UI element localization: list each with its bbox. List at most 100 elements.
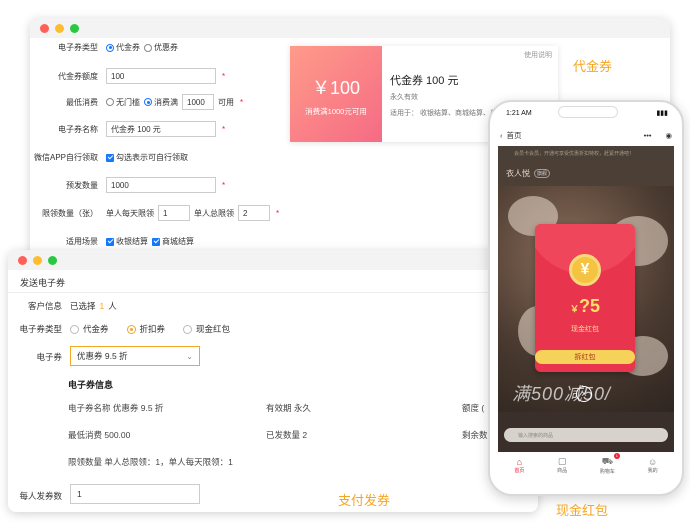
chevron-down-icon: ⌄: [186, 351, 193, 361]
bag-icon: ▢: [557, 456, 567, 466]
red-packet-popup: ¥ ￥?5 现金红包 拆红包: [535, 224, 635, 372]
voucher-caption: 代金券: [573, 59, 613, 74]
send-type-discount-option[interactable]: 折扣券: [126, 323, 165, 335]
maximize-window-button[interactable]: [48, 255, 57, 265]
close-window-button[interactable]: [40, 23, 49, 33]
dialog-title: 发送电子券: [20, 278, 66, 288]
per-person-input[interactable]: 1: [70, 484, 200, 504]
radio-icon: [70, 324, 79, 334]
red-packet-amount: ￥?5: [569, 296, 601, 316]
send-type-redpacket-option[interactable]: 现金红包: [183, 323, 230, 335]
cart-badge: 1: [613, 452, 620, 459]
coupon-name-label: 电子券名称: [58, 124, 98, 134]
radio-icon: [183, 324, 193, 334]
usage-instructions-link[interactable]: 使用说明: [524, 50, 552, 60]
min-spend-label: 最低消费: [66, 97, 98, 107]
min-none-option[interactable]: 无门槛: [106, 97, 140, 108]
coupon-preview-validity: 永久有效: [390, 94, 418, 101]
required-mark: *: [222, 180, 226, 190]
info-coupon-name: 电子券名称 优惠券 9.5 折: [68, 403, 164, 413]
phone-screen: 会员卡会员，开通可享受优惠折扣特权，赶紧开通吧！ 衣人悦 旗舰 满500减50/…: [498, 146, 674, 452]
info-issued: 已发数量 2: [266, 430, 308, 440]
wechat-claim-checkbox[interactable]: 勾选表示可自行领取: [106, 152, 188, 163]
back-arrow-icon[interactable]: ‹: [500, 131, 503, 140]
type-discount-option[interactable]: 优惠券: [144, 42, 178, 53]
battery-icon: ▮▮▮: [656, 110, 668, 117]
cart-icon: ⛟: [601, 455, 614, 466]
capsule-close-icon[interactable]: ◉: [665, 131, 672, 140]
min-spend-suffix: 可用: [218, 97, 234, 107]
issue-quantity-label: 预发数量: [66, 180, 98, 190]
maximize-window-button[interactable]: [70, 23, 79, 33]
scene-label: 适用场景: [66, 237, 98, 246]
phone-notch: [558, 106, 618, 118]
open-red-packet-button[interactable]: 拆红包: [535, 350, 635, 364]
required-mark: *: [240, 97, 244, 107]
send-type-voucher-option[interactable]: 代金券: [70, 323, 109, 335]
more-icon[interactable]: •••: [644, 131, 652, 140]
send-type-label: 电子券类型: [19, 324, 62, 334]
close-icon[interactable]: ×: [576, 386, 592, 402]
coupon-preview-face: ￥100 消费满1000元可用: [290, 46, 382, 142]
coupon-preview-amount: ￥100: [311, 78, 361, 98]
required-mark: *: [222, 124, 226, 134]
user-icon: ☺: [648, 456, 658, 467]
home-icon: ⌂: [516, 456, 523, 467]
per-person-label: 每人发券数: [19, 491, 62, 501]
promo-banner-text: 满500减50/: [512, 384, 612, 404]
coupon-select[interactable]: 优惠券 9.5 折 ⌄: [70, 346, 200, 366]
yuan-coin-icon: ¥: [569, 254, 601, 286]
customer-count: 1: [99, 301, 105, 311]
radio-icon: [144, 98, 152, 106]
limit-daily-input[interactable]: 1: [158, 205, 190, 221]
wechat-claim-label: 微信APP自行领取: [33, 153, 98, 162]
scene-row: 适用场景 收银结算 商城结算: [30, 236, 198, 247]
coupon-select-label: 电子券: [36, 352, 62, 362]
search-bar[interactable]: 输入搜索的商品: [504, 428, 668, 442]
checkbox-icon: [106, 237, 114, 246]
store-tag: 旗舰: [534, 168, 551, 178]
scene-mall-checkbox[interactable]: 商城结算: [152, 236, 194, 247]
tab-home[interactable]: ⌂ 首页: [514, 457, 524, 474]
tab-bar: ⌂ 首页 ▢ 商品 ⛟ 1 购物车 ☺ 我的: [498, 452, 674, 478]
limit-daily-label: 单人每天限领: [106, 208, 154, 218]
type-voucher-option[interactable]: 代金券: [106, 42, 140, 53]
info-validity: 有效期 永久: [266, 403, 311, 413]
issue-quantity-input[interactable]: 1000: [106, 177, 216, 193]
limit-total-input[interactable]: 2: [238, 205, 270, 221]
send-coupon-window: 发送电子券 客户信息 已选择 1 人 电子券类型 代金券 折扣券 现金红包 电子…: [8, 250, 538, 512]
coupon-type-label: 电子券类型: [58, 43, 98, 52]
required-mark: *: [276, 208, 280, 218]
status-time: 1:21 AM: [506, 110, 532, 117]
customer-row: 客户信息 已选择 1 人: [8, 300, 117, 312]
limit-total-label: 单人总限领: [194, 208, 234, 218]
minimize-window-button[interactable]: [55, 23, 64, 33]
scene-cashier-checkbox[interactable]: 收银结算: [106, 236, 148, 247]
amount-row: 代金券额度 100 *: [30, 68, 225, 84]
store-name: 衣人悦: [506, 168, 530, 178]
red-packet-label: 现金红包: [571, 326, 599, 333]
info-quota: 额度 (: [462, 403, 485, 413]
tab-cart[interactable]: ⛟ 1 购物车: [600, 452, 620, 475]
customer-prefix: 已选择: [70, 301, 96, 311]
tab-mine[interactable]: ☺ 我的: [648, 457, 658, 474]
navbar-title: 首页: [506, 130, 522, 140]
limit-label: 限领数量（张）: [42, 208, 98, 218]
phone-mockup: 1:21 AM ▮▮▮ ‹ 首页 ••• ◉ 会员卡会员，开通可享受优惠折扣特权…: [488, 100, 684, 496]
close-window-button[interactable]: [18, 255, 27, 265]
coupon-name-input[interactable]: 代金券 100 元: [106, 121, 216, 137]
radio-icon: [106, 43, 114, 52]
status-bar: 1:21 AM ▮▮▮: [490, 102, 682, 124]
wechat-claim-row: 微信APP自行领取 勾选表示可自行领取: [30, 152, 192, 163]
info-remaining: 剩余数: [462, 430, 488, 440]
min-spend-option[interactable]: 消费满: [144, 97, 178, 108]
amount-label: 代金券额度: [58, 71, 98, 81]
minimize-window-button[interactable]: [33, 255, 42, 265]
tab-products[interactable]: ▢ 商品: [557, 456, 567, 474]
amount-input[interactable]: 100: [106, 68, 216, 84]
min-spend-input[interactable]: 1000: [182, 94, 214, 110]
mini-app-navbar: ‹ 首页 ••• ◉: [490, 126, 682, 144]
window-titlebar: [8, 250, 538, 270]
coupon-select-value: 优惠券 9.5 折: [77, 351, 128, 361]
issue-quantity-row: 预发数量 1000 *: [30, 177, 225, 193]
